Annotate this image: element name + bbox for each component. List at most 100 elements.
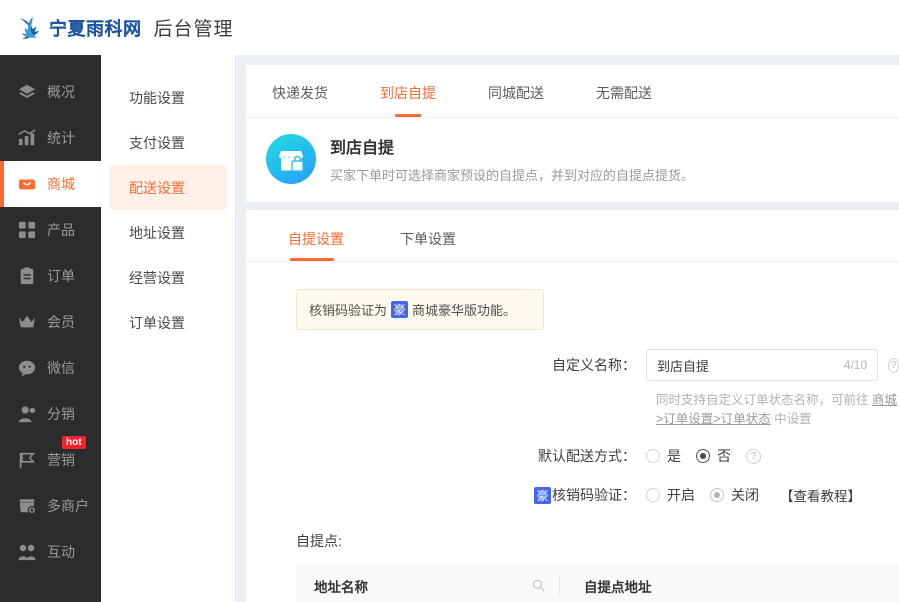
bar-chart-icon [18, 129, 36, 146]
column-label: 地址名称 [314, 579, 368, 595]
hot-badge: hot [62, 436, 86, 449]
question-mark-icon[interactable]: ? [746, 448, 761, 464]
sidebar-item-wechat[interactable]: 微信 [0, 345, 101, 391]
verify-code-label-wrap: 豪 核销码验证： [246, 485, 646, 505]
submenu-item-payment-settings[interactable]: 支付设置 [109, 120, 227, 165]
tab-label: 快递发货 [272, 85, 328, 101]
flag-icon [19, 452, 36, 469]
radio-label: 否 [717, 448, 731, 464]
submenu-item-label: 经营设置 [129, 269, 185, 286]
delivery-tabs: 快递发货 到店自提 同城配送 无需配送 [246, 65, 899, 118]
column-label: 自提点地址 [584, 579, 652, 595]
custom-name-row: 自定义名称： 4/10 ? [246, 349, 899, 381]
tab-no-delivery[interactable]: 无需配送 [596, 83, 652, 117]
custom-name-input[interactable] [657, 357, 844, 373]
question-mark-icon[interactable]: ? [888, 357, 899, 373]
tab-store-pickup[interactable]: 到店自提 [380, 83, 436, 117]
sidebar-item-distribution[interactable]: 分销 [0, 391, 101, 437]
sidebar-item-interaction[interactable]: 互动 [0, 529, 101, 575]
sidebar-item-label: 产品 [47, 222, 75, 238]
subtab-label: 自提设置 [288, 231, 344, 247]
verify-code-row: 豪 核销码验证： 开启 关闭 【查看教程】 [246, 485, 899, 505]
hint-prefix: 同时支持自定义订单状态名称，可前往 [656, 393, 872, 407]
crown-icon [18, 315, 36, 328]
radio-dot-icon [696, 449, 710, 463]
brand-logo[interactable]: 宁夏雨科网 [14, 13, 142, 43]
sidebar-item-label: 多商户 [47, 498, 89, 514]
radio-default-delivery-yes[interactable]: 是 [646, 446, 681, 466]
radio-label: 是 [667, 448, 681, 464]
radio-label: 关闭 [731, 487, 759, 503]
tab-label: 无需配送 [596, 85, 652, 101]
subtab-pickup-settings[interactable]: 自提设置 [288, 229, 344, 261]
brand-logo-icon [19, 16, 40, 39]
submenu-item-function-settings[interactable]: 功能设置 [109, 75, 227, 120]
hero-text: 到店自提 买家下单时可选择商家预设的自提点，并到对应的自提点提货。 [330, 134, 694, 184]
submenu-item-address-settings[interactable]: 地址设置 [109, 210, 227, 255]
user-group-icon [18, 406, 36, 423]
submenu-item-business-settings[interactable]: 经营设置 [109, 255, 227, 300]
grid-icon [18, 221, 36, 239]
hint-suffix: 中设置 [770, 412, 812, 426]
search-icon[interactable] [532, 579, 545, 592]
delivery-method-card: 快递发货 到店自提 同城配送 无需配送 到店自提 买家下单时可选择商家预设的自提… [246, 65, 899, 202]
table-header-pickup-address: 自提点地址 [559, 575, 652, 596]
submenu-item-label: 配送设置 [129, 179, 185, 196]
radio-verify-code-on[interactable]: 开启 [646, 485, 695, 505]
sidebar-item-label: 互动 [47, 544, 75, 560]
pickup-settings-form: 核销码验证为 豪 商城豪华版功能。 自定义名称： 4/10 ? 同时支持自定义订… [246, 262, 899, 602]
radio-verify-code-off[interactable]: 关闭 [710, 485, 759, 505]
tab-city-delivery[interactable]: 同城配送 [488, 83, 544, 117]
radio-dot-icon [710, 488, 724, 502]
radio-label: 开启 [667, 487, 695, 503]
sidebar-item-product[interactable]: 产品 [0, 207, 101, 253]
radio-dot-icon [646, 449, 660, 463]
custom-name-hint: 同时支持自定义订单状态名称，可前往 商城>订单设置>订单状态 中设置 [246, 389, 899, 427]
pickup-subtabs: 自提设置 下单设置 [246, 210, 899, 262]
notice-text-before: 核销码验证为 [309, 303, 388, 318]
custom-name-field[interactable]: 4/10 [646, 349, 879, 381]
luxury-badge-icon: 豪 [391, 301, 409, 318]
radio-default-delivery-no[interactable]: 否 [696, 446, 731, 466]
submenu-item-label: 订单设置 [129, 314, 185, 331]
sidebar-item-shop[interactable]: 商城 [0, 161, 101, 207]
pickup-points-label: 自提点: [296, 533, 342, 549]
submenu-item-label: 功能设置 [129, 89, 185, 106]
sidebar-item-statistics[interactable]: 统计 [0, 115, 101, 161]
layers-icon [18, 84, 36, 98]
shop-bag-icon [18, 179, 36, 190]
people-icon [18, 544, 36, 561]
primary-sidebar: 概况 统计 商城 产品 订单 会员 微信 分销 hot 营销 多商户 互动 [0, 55, 101, 602]
hero-section: 到店自提 买家下单时可选择商家预设的自提点，并到对应的自提点提货。 [246, 118, 899, 202]
hero-title: 到店自提 [330, 140, 395, 157]
default-delivery-label: 默认配送方式： [538, 448, 636, 464]
radio-dot-icon [646, 488, 660, 502]
tab-express-delivery[interactable]: 快递发货 [272, 83, 328, 117]
sidebar-item-multistore[interactable]: 多商户 [0, 483, 101, 529]
luxury-badge-icon: 豪 [534, 486, 551, 504]
view-tutorial-link[interactable]: 【查看教程】 [780, 485, 861, 505]
submenu-item-delivery-settings[interactable]: 配送设置 [109, 165, 227, 210]
main-content: 快递发货 到店自提 同城配送 无需配送 到店自提 买家下单时可选择商家预设的自提… [236, 55, 899, 602]
verify-code-radio-group: 开启 关闭 【查看教程】 [646, 485, 861, 505]
subtab-order-settings[interactable]: 下单设置 [400, 229, 456, 261]
pickup-settings-card: 自提设置 下单设置 核销码验证为 豪 商城豪华版功能。 自定义名称： 4/10 [246, 210, 899, 602]
subtab-label: 下单设置 [400, 231, 456, 247]
table-header-row: 地址名称 自提点地址 [296, 563, 899, 602]
verify-code-notice: 核销码验证为 豪 商城豪华版功能。 [296, 289, 544, 330]
submenu-item-label: 地址设置 [129, 224, 185, 241]
multi-store-icon [19, 499, 36, 515]
sidebar-item-member[interactable]: 会员 [0, 299, 101, 345]
notice-text-after: 商城豪华版功能。 [412, 303, 517, 318]
secondary-sidebar: 功能设置 支付设置 配送设置 地址设置 经营设置 订单设置 [101, 55, 236, 602]
verify-code-label: 核销码验证： [552, 487, 636, 503]
pickup-points-table: 地址名称 自提点地址 [246, 563, 899, 602]
sidebar-item-marketing[interactable]: hot 营销 [0, 436, 101, 483]
sidebar-item-label: 统计 [47, 130, 75, 146]
clipboard-icon [20, 267, 34, 285]
sidebar-item-label: 分销 [47, 406, 75, 422]
submenu-item-order-settings[interactable]: 订单设置 [109, 300, 227, 345]
tab-label: 到店自提 [380, 85, 436, 101]
sidebar-item-overview[interactable]: 概况 [0, 69, 101, 115]
sidebar-item-order[interactable]: 订单 [0, 253, 101, 299]
